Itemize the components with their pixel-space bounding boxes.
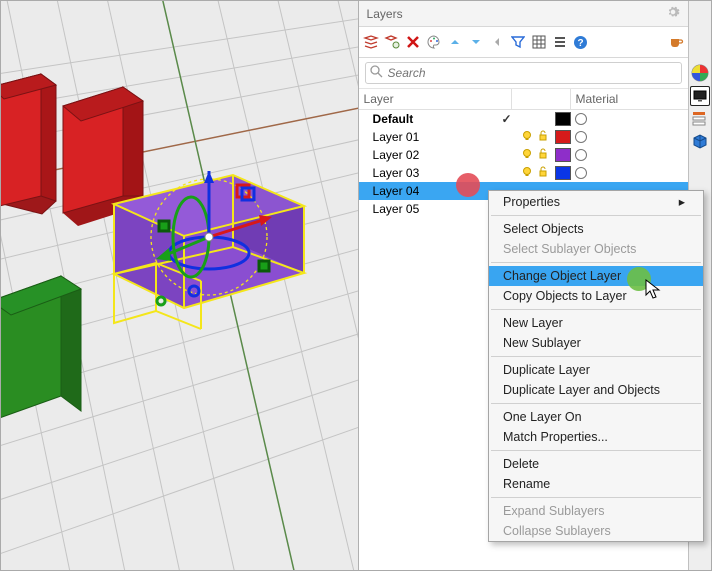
layer-name: Layer 05 <box>371 202 495 216</box>
layer-color-swatch[interactable] <box>555 166 571 180</box>
lock-icon[interactable] <box>535 166 551 181</box>
dock-colorwheel-icon[interactable] <box>691 64 709 82</box>
help-icon[interactable]: ? <box>572 32 590 52</box>
layer-row[interactable]: Default ✓ <box>359 110 688 128</box>
search-icon <box>370 65 383 81</box>
menu-label: Match Properties... <box>503 430 608 444</box>
menu-expand-sublayers: Expand Sublayers <box>489 501 703 521</box>
new-layer-icon[interactable] <box>362 32 380 52</box>
layer-color-swatch[interactable] <box>555 148 571 162</box>
menu-label: Properties <box>503 195 560 209</box>
layers-column-header: Layer Material <box>359 89 688 110</box>
panel-title: Layers <box>367 7 403 21</box>
menu-match-properties[interactable]: Match Properties... <box>489 427 703 447</box>
menu-label: Collapse Sublayers <box>503 524 611 538</box>
layer-row[interactable]: Layer 02 <box>359 146 688 164</box>
menu-label: Duplicate Layer <box>503 363 590 377</box>
menu-new-layer[interactable]: New Layer <box>489 313 703 333</box>
layer-row[interactable]: Layer 01 <box>359 128 688 146</box>
layer-material-swatch[interactable] <box>575 131 587 143</box>
dock-box-icon[interactable] <box>691 132 709 150</box>
layer-color-icon[interactable] <box>425 32 443 52</box>
layer-color-swatch[interactable] <box>555 130 571 144</box>
menu-label: Rename <box>503 477 550 491</box>
menu-properties[interactable]: Properties ▸ <box>489 191 703 212</box>
menu-label: New Layer <box>503 316 563 330</box>
menu-label: Duplicate Layer and Objects <box>503 383 660 397</box>
lock-icon[interactable] <box>535 148 551 163</box>
move-down-icon[interactable] <box>467 32 485 52</box>
gear-icon[interactable] <box>666 5 680 22</box>
delete-layer-icon[interactable] <box>404 32 422 52</box>
context-menu: Properties ▸ Select Objects Select Subla… <box>488 190 704 542</box>
menu-collapse-sublayers: Collapse Sublayers <box>489 521 703 541</box>
menu-label: Change Object Layer <box>503 269 621 283</box>
dock-display-icon[interactable] <box>690 86 710 106</box>
col-material[interactable]: Material <box>571 89 636 109</box>
move-up-icon[interactable] <box>446 32 464 52</box>
annotation-marker-green <box>627 267 651 291</box>
menu-duplicate-layer-and-objects[interactable]: Duplicate Layer and Objects <box>489 380 703 400</box>
dock-layers-icon[interactable] <box>691 110 709 128</box>
layer-name: Default <box>371 112 495 126</box>
move-in-icon[interactable] <box>488 32 506 52</box>
filter-icon[interactable] <box>509 32 527 52</box>
menu-duplicate-layer[interactable]: Duplicate Layer <box>489 360 703 380</box>
current-layer-check-icon[interactable]: ✓ <box>495 112 519 126</box>
lock-icon[interactable] <box>535 130 551 145</box>
layer-name: Layer 02 <box>371 148 495 162</box>
col-layer[interactable]: Layer <box>359 89 511 109</box>
bulb-icon[interactable] <box>519 130 535 145</box>
menu-label: One Layer On <box>503 410 582 424</box>
menu-label: Select Sublayer Objects <box>503 242 636 256</box>
bulb-icon[interactable] <box>519 148 535 163</box>
layer-color-swatch[interactable] <box>555 112 571 126</box>
bulb-icon[interactable] <box>519 166 535 181</box>
layer-material-swatch[interactable] <box>575 149 587 161</box>
new-sublayer-icon[interactable] <box>383 32 401 52</box>
layer-material-swatch[interactable] <box>575 113 587 125</box>
menu-label: Copy Objects to Layer <box>503 289 627 303</box>
viewport-3d[interactable] <box>1 1 358 570</box>
menu-one-layer-on[interactable]: One Layer On <box>489 407 703 427</box>
menu-label: Select Objects <box>503 222 584 236</box>
layer-material-swatch[interactable] <box>575 167 587 179</box>
menu-delete[interactable]: Delete <box>489 454 703 474</box>
svg-text:?: ? <box>577 38 583 49</box>
layer-name: Layer 01 <box>371 130 495 144</box>
submenu-arrow-icon: ▸ <box>679 194 685 209</box>
menu-change-object-layer[interactable]: Change Object Layer <box>489 266 703 286</box>
menu-select-objects[interactable]: Select Objects <box>489 219 703 239</box>
menu-icon[interactable] <box>551 32 569 52</box>
search-input[interactable] <box>365 62 682 84</box>
menu-label: Expand Sublayers <box>503 504 604 518</box>
menu-copy-to-layer[interactable]: Copy Objects to Layer <box>489 286 703 306</box>
menu-rename[interactable]: Rename <box>489 474 703 494</box>
viewport-svg <box>1 1 358 570</box>
grid-icon[interactable] <box>530 32 548 52</box>
menu-label: New Sublayer <box>503 336 581 350</box>
layer-row[interactable]: Layer 03 <box>359 164 688 182</box>
coffee-icon[interactable] <box>667 32 685 52</box>
menu-select-sublayer-objects: Select Sublayer Objects <box>489 239 703 259</box>
menu-new-sublayer[interactable]: New Sublayer <box>489 333 703 353</box>
layers-toolbar: ? <box>359 26 688 58</box>
menu-label: Delete <box>503 457 539 471</box>
annotation-marker-red <box>456 173 480 197</box>
